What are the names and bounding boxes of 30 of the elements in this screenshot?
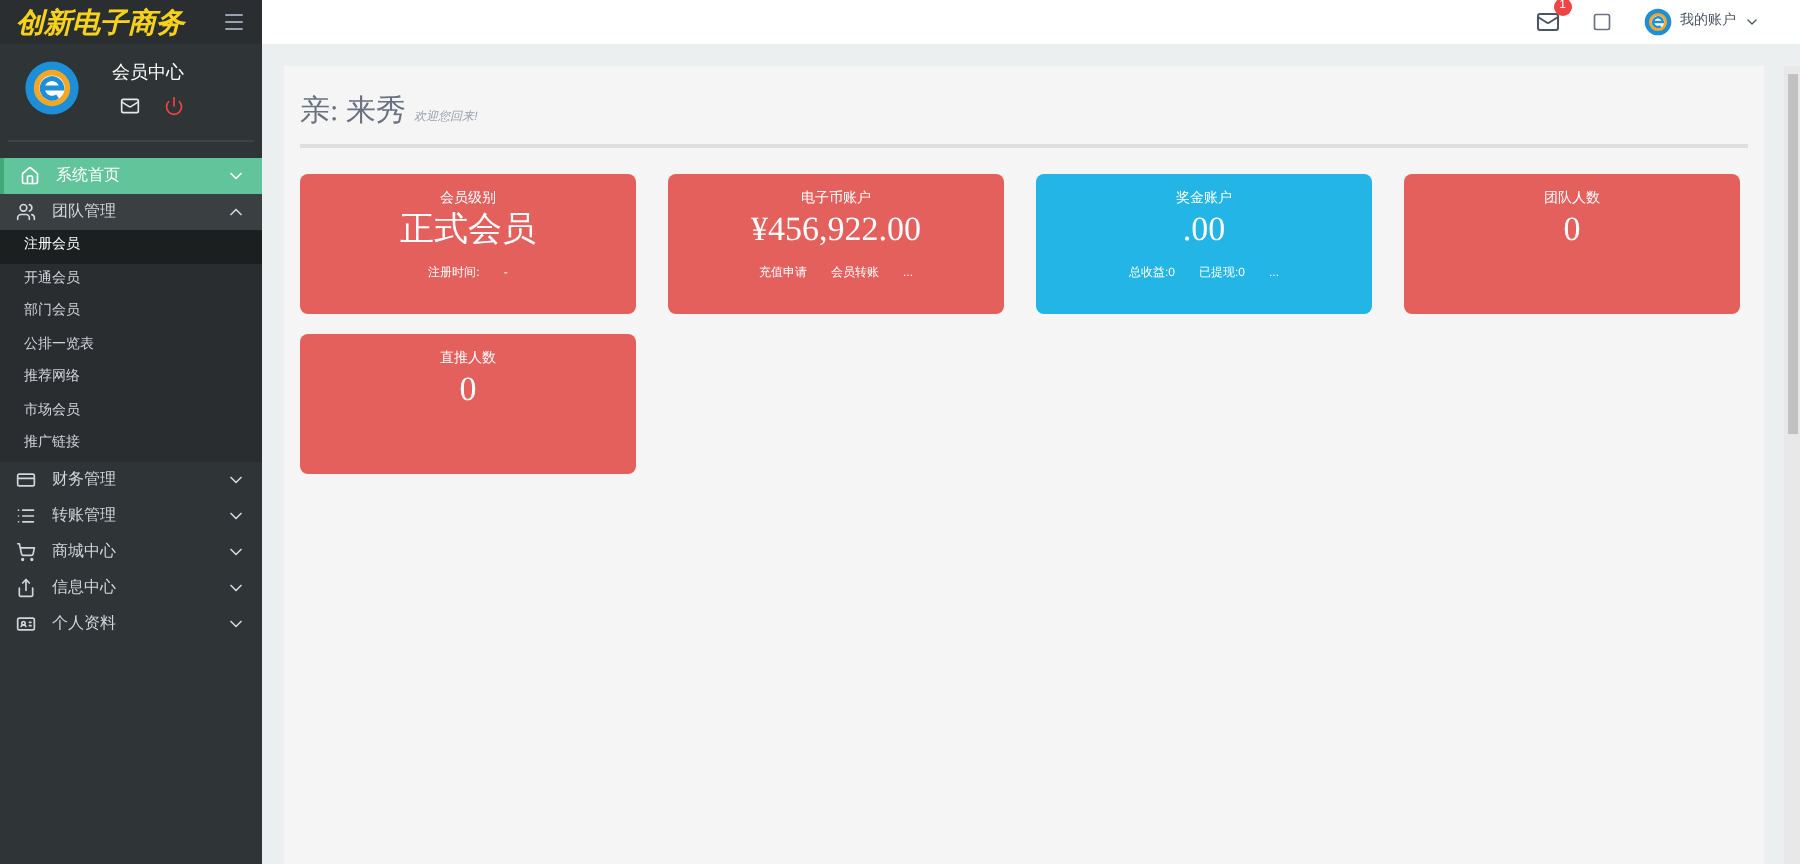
sidebar-item[interactable]: 财务管理 (0, 461, 262, 497)
menu-item-icon (20, 166, 40, 186)
menu-item-icon (16, 202, 36, 222)
menu-item-icon (16, 577, 36, 597)
sidebar-item[interactable]: 团队管理 (0, 194, 262, 230)
power-icon[interactable] (164, 95, 184, 116)
mail-icon[interactable] (1536, 10, 1560, 34)
menu-item-icon (16, 469, 36, 489)
sidebar-item[interactable]: 个人资料 (0, 605, 262, 641)
menu-item-icon (16, 541, 36, 561)
menu-item-icon (16, 613, 36, 633)
card-value: 0 (1563, 210, 1581, 250)
caret-icon (1744, 14, 1760, 30)
user-panel-title: 会员中心 (112, 60, 184, 87)
sidebar-item[interactable]: 商城中心 (0, 533, 262, 569)
menu-icon[interactable] (222, 10, 246, 34)
fullscreen-icon[interactable] (1592, 12, 1612, 32)
menu-item-icon (16, 505, 36, 525)
sidebar-item[interactable]: 转账管理 (0, 497, 262, 533)
card-value: ¥456,922.00 (751, 210, 921, 250)
user-name: 来秀 (346, 93, 407, 132)
scrollbar[interactable] (1784, 66, 1800, 864)
card-value: 正式会员 (400, 210, 536, 250)
avatar-icon (1644, 8, 1672, 36)
greeting-prefix: 亲: (300, 93, 339, 132)
sidebar-item[interactable]: 信息中心 (0, 569, 262, 605)
card-value: .00 (1182, 210, 1226, 250)
logo: 创新电子商务 (16, 8, 184, 36)
avatar-icon (24, 60, 80, 116)
card-value: 0 (459, 370, 477, 410)
